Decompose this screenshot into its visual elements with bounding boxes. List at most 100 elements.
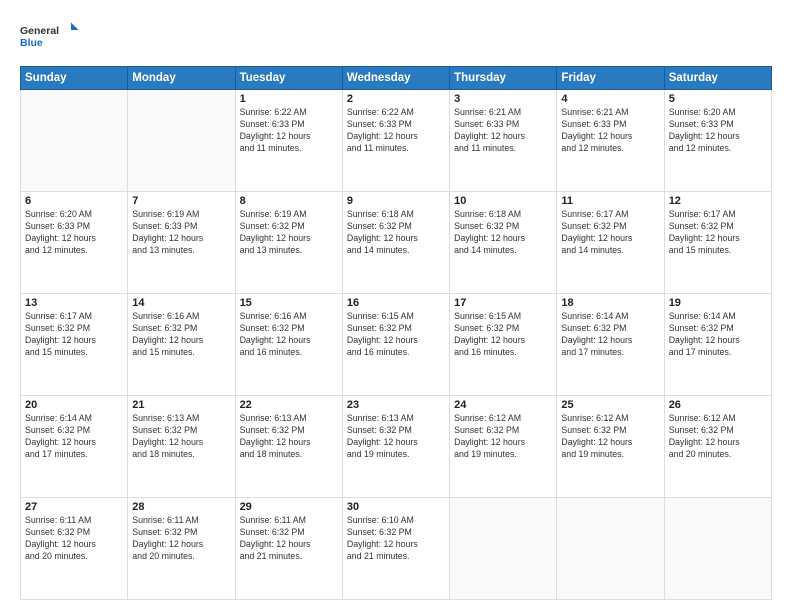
day-number: 16 [347,297,445,309]
calendar-cell: 15 Sunrise: 6:16 AM Sunset: 6:32 PM Dayli… [235,294,342,396]
calendar-cell: 18 Sunrise: 6:14 AM Sunset: 6:32 PM Dayli… [557,294,664,396]
header: General Blue [20,16,772,56]
day-info: Sunrise: 6:12 AM Sunset: 6:32 PM Dayligh… [561,413,659,461]
day-number: 14 [132,297,230,309]
calendar-cell: 21 Sunrise: 6:13 AM Sunset: 6:32 PM Dayli… [128,396,235,498]
day-info: Sunrise: 6:17 AM Sunset: 6:32 PM Dayligh… [669,209,767,257]
day-info: Sunrise: 6:13 AM Sunset: 6:32 PM Dayligh… [347,413,445,461]
calendar-cell: 20 Sunrise: 6:14 AM Sunset: 6:32 PM Dayli… [21,396,128,498]
day-number: 3 [454,93,552,105]
calendar-cell: 11 Sunrise: 6:17 AM Sunset: 6:32 PM Dayli… [557,192,664,294]
day-info: Sunrise: 6:17 AM Sunset: 6:32 PM Dayligh… [561,209,659,257]
calendar-week-row: 27 Sunrise: 6:11 AM Sunset: 6:32 PM Dayli… [21,498,772,600]
day-info: Sunrise: 6:16 AM Sunset: 6:32 PM Dayligh… [240,311,338,359]
calendar-cell: 9Sunrise: 6:18 AM Sunset: 6:32 PM Daylig… [342,192,449,294]
calendar-week-row: 20 Sunrise: 6:14 AM Sunset: 6:32 PM Dayli… [21,396,772,498]
day-number: 29 [240,501,338,513]
day-info: Sunrise: 6:22 AM Sunset: 6:33 PM Dayligh… [347,107,445,155]
day-info: Sunrise: 6:21 AM Sunset: 6:33 PM Dayligh… [561,107,659,155]
weekday-header: Saturday [664,67,771,90]
calendar-cell [450,498,557,600]
calendar-cell: 4 Sunrise: 6:21 AM Sunset: 6:33 PM Daylig… [557,90,664,192]
day-info: Sunrise: 6:14 AM Sunset: 6:32 PM Dayligh… [561,311,659,359]
generalblue-logo-icon: General Blue [20,16,80,56]
calendar-cell [128,90,235,192]
calendar-cell: 5Sunrise: 6:20 AM Sunset: 6:33 PM Daylig… [664,90,771,192]
day-number: 6 [25,195,123,207]
day-info: Sunrise: 6:11 AM Sunset: 6:32 PM Dayligh… [132,515,230,563]
day-number: 27 [25,501,123,513]
calendar-cell: 26Sunrise: 6:12 AM Sunset: 6:32 PM Dayli… [664,396,771,498]
weekday-header: Monday [128,67,235,90]
day-number: 13 [25,297,123,309]
weekday-header: Thursday [450,67,557,90]
calendar-cell: 30 Sunrise: 6:10 AM Sunset: 6:32 PM Dayli… [342,498,449,600]
day-number: 12 [669,195,767,207]
day-number: 1 [240,93,338,105]
day-info: Sunrise: 6:20 AM Sunset: 6:33 PM Dayligh… [25,209,123,257]
day-number: 30 [347,501,445,513]
day-number: 25 [561,399,659,411]
day-number: 19 [669,297,767,309]
calendar-cell: 17 Sunrise: 6:15 AM Sunset: 6:32 PM Dayli… [450,294,557,396]
calendar-cell: 25 Sunrise: 6:12 AM Sunset: 6:32 PM Dayli… [557,396,664,498]
day-number: 2 [347,93,445,105]
calendar-cell: 8Sunrise: 6:19 AM Sunset: 6:32 PM Daylig… [235,192,342,294]
calendar-cell: 28 Sunrise: 6:11 AM Sunset: 6:32 PM Dayli… [128,498,235,600]
calendar-cell: 14Sunrise: 6:16 AM Sunset: 6:32 PM Dayli… [128,294,235,396]
day-info: Sunrise: 6:10 AM Sunset: 6:32 PM Dayligh… [347,515,445,563]
calendar-cell: 23 Sunrise: 6:13 AM Sunset: 6:32 PM Dayli… [342,396,449,498]
calendar-cell: 1 Sunrise: 6:22 AM Sunset: 6:33 PM Daylig… [235,90,342,192]
weekday-header: Sunday [21,67,128,90]
day-info: Sunrise: 6:20 AM Sunset: 6:33 PM Dayligh… [669,107,767,155]
svg-text:General: General [20,25,59,37]
calendar-cell: 13Sunrise: 6:17 AM Sunset: 6:32 PM Dayli… [21,294,128,396]
day-info: Sunrise: 6:22 AM Sunset: 6:33 PM Dayligh… [240,107,338,155]
calendar-cell: 24 Sunrise: 6:12 AM Sunset: 6:32 PM Dayli… [450,396,557,498]
day-number: 9 [347,195,445,207]
day-number: 11 [561,195,659,207]
day-number: 28 [132,501,230,513]
calendar-cell: 19Sunrise: 6:14 AM Sunset: 6:32 PM Dayli… [664,294,771,396]
day-number: 21 [132,399,230,411]
calendar-cell: 22Sunrise: 6:13 AM Sunset: 6:32 PM Dayli… [235,396,342,498]
day-info: Sunrise: 6:11 AM Sunset: 6:32 PM Dayligh… [240,515,338,563]
day-info: Sunrise: 6:18 AM Sunset: 6:32 PM Dayligh… [454,209,552,257]
calendar-cell: 10Sunrise: 6:18 AM Sunset: 6:32 PM Dayli… [450,192,557,294]
calendar-week-row: 6 Sunrise: 6:20 AM Sunset: 6:33 PM Daylig… [21,192,772,294]
day-info: Sunrise: 6:12 AM Sunset: 6:32 PM Dayligh… [669,413,767,461]
calendar-cell: 2 Sunrise: 6:22 AM Sunset: 6:33 PM Daylig… [342,90,449,192]
day-number: 24 [454,399,552,411]
weekday-header-row: SundayMondayTuesdayWednesdayThursdayFrid… [21,67,772,90]
day-number: 7 [132,195,230,207]
day-info: Sunrise: 6:13 AM Sunset: 6:32 PM Dayligh… [132,413,230,461]
weekday-header: Tuesday [235,67,342,90]
day-info: Sunrise: 6:19 AM Sunset: 6:33 PM Dayligh… [132,209,230,257]
svg-text:Blue: Blue [20,37,43,49]
calendar-cell: 3 Sunrise: 6:21 AM Sunset: 6:33 PM Daylig… [450,90,557,192]
day-info: Sunrise: 6:14 AM Sunset: 6:32 PM Dayligh… [25,413,123,461]
calendar-cell: 6 Sunrise: 6:20 AM Sunset: 6:33 PM Daylig… [21,192,128,294]
calendar-cell: 7 Sunrise: 6:19 AM Sunset: 6:33 PM Daylig… [128,192,235,294]
day-info: Sunrise: 6:11 AM Sunset: 6:32 PM Dayligh… [25,515,123,563]
logo: General Blue [20,16,80,56]
day-number: 22 [240,399,338,411]
calendar-week-row: 1 Sunrise: 6:22 AM Sunset: 6:33 PM Daylig… [21,90,772,192]
calendar-cell [557,498,664,600]
day-number: 18 [561,297,659,309]
calendar-cell: 29 Sunrise: 6:11 AM Sunset: 6:32 PM Dayli… [235,498,342,600]
calendar-cell [664,498,771,600]
page: General Blue SundayMondayTuesdayWednesda… [0,0,792,612]
day-number: 15 [240,297,338,309]
calendar-cell: 16Sunrise: 6:15 AM Sunset: 6:32 PM Dayli… [342,294,449,396]
calendar-cell: 12 Sunrise: 6:17 AM Sunset: 6:32 PM Dayli… [664,192,771,294]
day-info: Sunrise: 6:12 AM Sunset: 6:32 PM Dayligh… [454,413,552,461]
day-info: Sunrise: 6:15 AM Sunset: 6:32 PM Dayligh… [454,311,552,359]
weekday-header: Friday [557,67,664,90]
calendar-table: SundayMondayTuesdayWednesdayThursdayFrid… [20,66,772,600]
day-number: 23 [347,399,445,411]
day-number: 20 [25,399,123,411]
day-info: Sunrise: 6:21 AM Sunset: 6:33 PM Dayligh… [454,107,552,155]
day-number: 17 [454,297,552,309]
day-number: 4 [561,93,659,105]
